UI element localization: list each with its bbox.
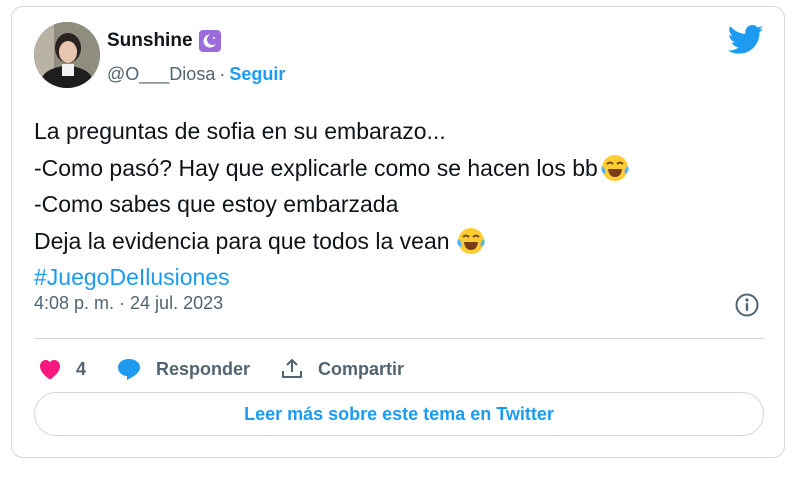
face-with-tears-of-joy-icon [456,226,486,256]
tweet-card: Sunshine @O___Diosa · Seguir La pregunta… [11,6,785,458]
share-label: Compartir [318,358,405,379]
crescent-moon-icon [198,30,221,52]
display-name[interactable]: Sunshine [107,30,193,52]
tweet-line-text: -Como sabes que estoy embarzada [34,191,399,217]
heart-icon [40,360,60,380]
tweet-line-text: La preguntas de sofia en su embarazo... [34,118,446,144]
reply-label: Responder [156,358,251,379]
author-handle[interactable]: @O___Diosa [107,64,215,85]
face-with-tears-of-joy-icon [600,153,630,183]
twitter-bird-icon[interactable] [727,25,764,55]
share-button[interactable]: Compartir [280,357,404,381]
tweet-line: #JuegoDeIlusiones [34,259,764,296]
tweet-line-text: -Como pasó? Hay que explicarle como se h… [34,154,598,181]
author-name-row: Sunshine [107,27,221,55]
action-bar: 4 Responder Compartir [38,351,434,387]
author-handle-row: @O___Diosa · Seguir [107,64,285,85]
tweet-line: -Como sabes que estoy embarzada [34,186,764,223]
tweet-line-text: Deja la evidencia para que todos la vean [34,227,450,254]
hashtag-link[interactable]: #JuegoDeIlusiones [34,259,230,296]
tweet-text: La preguntas de sofia en su embarazo... … [34,113,764,296]
tweet-timestamp[interactable]: 4:08 p. m. · 24 jul. 2023 [34,293,223,314]
tweet-line: Deja la evidencia para que todos la vean [34,223,764,260]
divider [34,338,764,339]
like-count: 4 [76,358,87,379]
like-button[interactable]: 4 [38,358,86,380]
handle-separator: · [219,64,226,84]
reply-button[interactable]: Responder [116,357,250,381]
read-more-button[interactable]: Leer más sobre este tema en Twitter [34,392,764,436]
avatar[interactable] [34,22,100,88]
tweet-line: La preguntas de sofia en su embarazo... [34,113,764,150]
follow-button[interactable]: Seguir [229,64,285,85]
tweet-line: -Como pasó? Hay que explicarle como se h… [34,150,764,187]
info-icon[interactable] [734,292,760,318]
speech-bubble-icon [118,359,141,380]
share-icon [282,359,303,378]
